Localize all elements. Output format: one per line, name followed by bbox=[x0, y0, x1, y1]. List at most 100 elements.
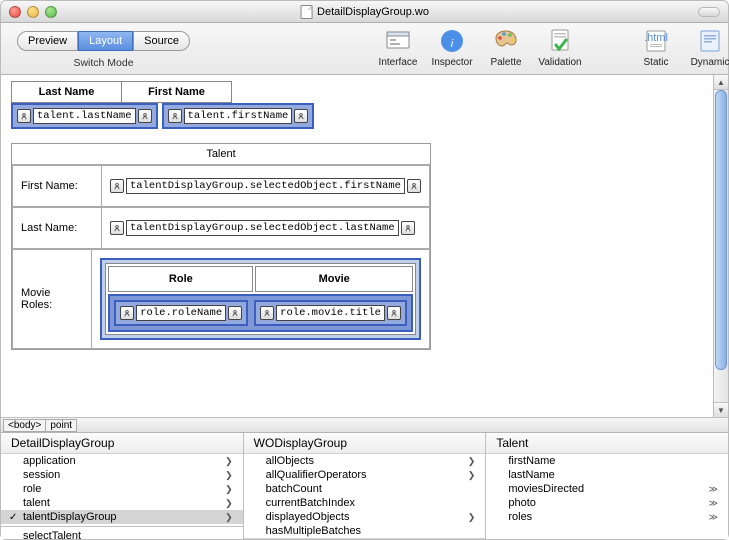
source-mode-button[interactable]: Source bbox=[133, 31, 190, 51]
close-window-button[interactable] bbox=[9, 6, 21, 18]
layout-mode-button[interactable]: Layout bbox=[78, 31, 133, 51]
panel-title: Talent bbox=[12, 144, 430, 165]
binding-role-name[interactable]: role.roleName bbox=[114, 300, 248, 326]
browser-col3-title: Talent bbox=[486, 433, 728, 454]
chevron-right-icon: ❯ bbox=[225, 456, 233, 467]
titlebar: DetailDisplayGroup.wo bbox=[1, 1, 728, 23]
browser-item[interactable]: batchCount bbox=[244, 482, 486, 496]
browser-item[interactable]: role❯ bbox=[1, 482, 243, 496]
inspector-toolbar-item[interactable]: i Inspector bbox=[426, 27, 478, 68]
roles-repetition[interactable]: Role Movie role.roleName bbox=[100, 258, 421, 340]
scroll-down-icon: ▼ bbox=[717, 406, 725, 415]
static-toolbar-item[interactable]: .html Static bbox=[630, 27, 682, 68]
palette-toolbar-item[interactable]: Palette bbox=[480, 27, 532, 68]
browser-item[interactable]: application❯ bbox=[1, 454, 243, 468]
binding-field: role.roleName bbox=[136, 305, 226, 321]
switch-mode-segment: Preview Layout Source bbox=[17, 31, 190, 51]
last-name-label: Last Name: bbox=[12, 207, 102, 249]
browser-item[interactable]: session❯ bbox=[1, 468, 243, 482]
divider bbox=[1, 526, 243, 527]
window-title: DetailDisplayGroup.wo bbox=[317, 6, 429, 18]
browser-item[interactable]: photo≫ bbox=[486, 496, 728, 510]
binding-last-name[interactable]: talentDisplayGroup.selectedObject.lastNa… bbox=[110, 220, 415, 236]
browser-item-selected[interactable]: talentDisplayGroup❯ bbox=[1, 510, 243, 524]
binding-first-name[interactable]: talentDisplayGroup.selectedObject.firstN… bbox=[110, 178, 421, 194]
chevron-right-icon: ❯ bbox=[225, 484, 233, 495]
browser-item[interactable]: lastName bbox=[486, 468, 728, 482]
browser-item[interactable]: hasMultipleBatches bbox=[244, 524, 486, 538]
double-chevron-right-icon: ≫ bbox=[709, 484, 718, 495]
binding-handle-icon[interactable] bbox=[120, 306, 134, 320]
double-chevron-right-icon: ≫ bbox=[709, 498, 718, 509]
binding-movie-title[interactable]: role.movie.title bbox=[254, 300, 407, 326]
validation-toolbar-item[interactable]: Validation bbox=[534, 27, 586, 68]
binding-handle-icon[interactable] bbox=[401, 221, 415, 235]
movie-column-header: Movie bbox=[255, 266, 413, 292]
chevron-right-icon: ❯ bbox=[225, 512, 233, 523]
svg-text:.html: .html bbox=[644, 32, 668, 44]
binding-handle-icon[interactable] bbox=[110, 221, 124, 235]
double-chevron-right-icon: ≫ bbox=[709, 512, 718, 523]
browser-item[interactable]: displayedObjects❯ bbox=[244, 510, 486, 524]
binding-handle-icon[interactable] bbox=[294, 109, 308, 123]
role-column-header: Role bbox=[108, 266, 253, 292]
vertical-scrollbar[interactable]: ▲ ▼ bbox=[713, 75, 728, 417]
binding-field: talentDisplayGroup.selectedObject.firstN… bbox=[126, 178, 405, 194]
scroll-thumb[interactable] bbox=[715, 90, 727, 370]
scroll-up-icon: ▲ bbox=[717, 78, 725, 87]
path-token-body[interactable]: <body> bbox=[3, 419, 46, 432]
movie-roles-label: Movie Roles: bbox=[12, 249, 92, 349]
binding-field: talent.firstName bbox=[184, 108, 293, 124]
binding-cell-last-name[interactable]: talent.lastName bbox=[11, 103, 158, 129]
preview-mode-button[interactable]: Preview bbox=[17, 31, 78, 51]
browser-item[interactable]: currentBatchIndex bbox=[244, 496, 486, 510]
binding-field: talent.lastName bbox=[33, 108, 136, 124]
binding-field: role.movie.title bbox=[276, 305, 385, 321]
browser-item[interactable]: roles≫ bbox=[486, 510, 728, 524]
binding-handle-icon[interactable] bbox=[168, 109, 182, 123]
top-table-col-first-name: First Name bbox=[122, 82, 232, 103]
interface-toolbar-item[interactable]: Interface bbox=[372, 27, 424, 68]
switch-mode-label: Switch Mode bbox=[73, 57, 133, 69]
chevron-right-icon: ❯ bbox=[225, 498, 233, 509]
browser-col1-title: DetailDisplayGroup bbox=[1, 433, 243, 454]
static-icon: .html bbox=[641, 27, 671, 55]
browser-item-selected[interactable]: masterObject❯ bbox=[244, 538, 486, 539]
zoom-window-button[interactable] bbox=[45, 6, 57, 18]
binding-handle-icon[interactable] bbox=[228, 306, 242, 320]
toolbar: Preview Layout Source Switch Mode Interf… bbox=[1, 23, 728, 75]
palette-icon bbox=[491, 27, 521, 55]
dynamic-icon bbox=[695, 27, 725, 55]
binding-handle-icon[interactable] bbox=[387, 306, 401, 320]
binding-handle-icon[interactable] bbox=[407, 179, 421, 193]
browser-item[interactable]: firstName bbox=[486, 454, 728, 468]
browser-item[interactable]: allObjects❯ bbox=[244, 454, 486, 468]
browser-col2-items[interactable]: allObjects❯ allQualifierOperators❯ batch… bbox=[244, 454, 486, 539]
browser-item[interactable]: allQualifierOperators❯ bbox=[244, 468, 486, 482]
chevron-right-icon: ❯ bbox=[468, 456, 476, 467]
binding-cell-first-name[interactable]: talent.firstName bbox=[162, 103, 315, 129]
inspector-icon: i bbox=[437, 27, 467, 55]
layout-editor[interactable]: Last Name First Name talent.lastName tal… bbox=[1, 75, 713, 417]
browser-col3-items[interactable]: firstName lastName moviesDirected≫ photo… bbox=[486, 454, 728, 539]
binding-browser: DetailDisplayGroup application❯ session❯… bbox=[1, 433, 728, 539]
binding-handle-icon[interactable] bbox=[110, 179, 124, 193]
first-name-label: First Name: bbox=[12, 165, 102, 207]
binding-handle-icon[interactable] bbox=[260, 306, 274, 320]
path-token-point[interactable]: point bbox=[45, 419, 77, 432]
browser-item[interactable]: talent❯ bbox=[1, 496, 243, 510]
validation-icon bbox=[545, 27, 575, 55]
path-bar: <body> point bbox=[1, 417, 728, 433]
binding-handle-icon[interactable] bbox=[17, 109, 31, 123]
dynamic-toolbar-item[interactable]: Dynamic bbox=[684, 27, 729, 68]
browser-action-item[interactable]: selectTalent bbox=[1, 529, 243, 539]
toolbar-toggle-button[interactable] bbox=[698, 7, 720, 17]
browser-col1-items[interactable]: application❯ session❯ role❯ talent❯ tale… bbox=[1, 454, 243, 539]
document-icon bbox=[300, 5, 312, 19]
chevron-right-icon: ❯ bbox=[468, 470, 476, 481]
interface-icon bbox=[383, 27, 413, 55]
binding-handle-icon[interactable] bbox=[138, 109, 152, 123]
binding-field: talentDisplayGroup.selectedObject.lastNa… bbox=[126, 220, 399, 236]
browser-item[interactable]: moviesDirected≫ bbox=[486, 482, 728, 496]
minimize-window-button[interactable] bbox=[27, 6, 39, 18]
